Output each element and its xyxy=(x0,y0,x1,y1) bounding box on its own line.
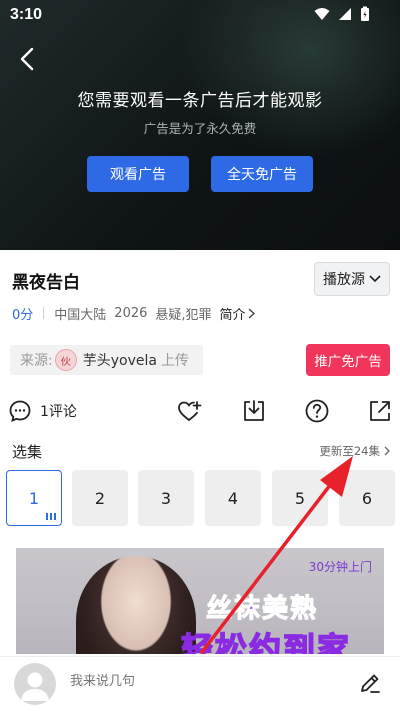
user-avatar[interactable] xyxy=(14,663,56,705)
episode-item[interactable]: 3 xyxy=(138,470,194,526)
episodes-update-link[interactable]: 更新至24集 xyxy=(319,443,390,459)
comment-icon xyxy=(9,400,31,423)
score: 0分 xyxy=(12,307,34,323)
video-meta: 0分 中国大陆 2026 悬疑,犯罪 简介 xyxy=(12,303,255,323)
watch-ad-button[interactable]: 观看广告 xyxy=(87,156,189,192)
divider xyxy=(43,307,45,319)
download-button[interactable] xyxy=(241,396,267,426)
episode-number: 1 xyxy=(28,488,40,508)
region: 中国大陆 xyxy=(54,307,107,323)
ad-banner[interactable]: 30分钟上门 丝袜美熟 轻松约到家 xyxy=(16,548,384,654)
ad-subtitle: 广告是为了永久免费 xyxy=(143,121,257,136)
source-select-button[interactable]: 播放源 xyxy=(314,262,390,296)
episode-number: 4 xyxy=(227,488,239,508)
episode-item[interactable]: 1 xyxy=(6,470,62,526)
battery-icon xyxy=(361,6,369,21)
video-title: 黑夜告白 xyxy=(12,273,80,293)
download-icon xyxy=(244,400,264,421)
comment-count: 1评论 xyxy=(40,404,77,420)
episodes-update-text: 更新至24集 xyxy=(319,444,380,458)
episode-list: 1 2 3 4 5 6 xyxy=(5,470,400,526)
pencil-icon xyxy=(361,674,380,693)
edit-button[interactable] xyxy=(358,671,382,699)
ad-title: 您需要观看一条广告后才能观影 xyxy=(77,91,323,111)
intro-link[interactable]: 简介 xyxy=(220,304,255,323)
user-icon xyxy=(21,672,49,701)
episodes-header: 选集 更新至24集 xyxy=(12,441,390,461)
episode-item[interactable]: 5 xyxy=(272,470,328,526)
wifi-icon xyxy=(314,8,330,20)
title-row: 黑夜告白 播放源 xyxy=(0,262,400,296)
episode-number: 6 xyxy=(361,488,373,508)
help-button[interactable] xyxy=(304,396,330,426)
signal-icon xyxy=(339,8,351,20)
intro-label: 简介 xyxy=(219,307,246,323)
genre: 悬疑,犯罪 xyxy=(155,307,212,323)
promo-ad-free-button[interactable]: 推广免广告 xyxy=(306,344,390,376)
episode-number: 3 xyxy=(160,488,172,508)
share-button[interactable] xyxy=(367,396,393,426)
banner-headline: 丝袜美熟 xyxy=(205,594,319,625)
question-icon xyxy=(305,399,329,423)
source-select-label: 播放源 xyxy=(323,272,365,288)
status-bar: 3:10 xyxy=(0,0,400,30)
uploader-name: 芋头yovela xyxy=(82,353,157,369)
comment-bar xyxy=(0,656,400,711)
banner-photo xyxy=(76,556,196,654)
episode-item[interactable]: 2 xyxy=(72,470,128,526)
heart-plus-icon xyxy=(178,401,202,421)
episode-item[interactable]: 4 xyxy=(205,470,261,526)
banner-headline-2: 轻松约到家 xyxy=(180,629,352,654)
episodes-label: 选集 xyxy=(12,443,43,461)
uploader-avatar: 伙 xyxy=(54,349,77,371)
share-icon xyxy=(370,401,390,421)
actions-row: 1评论 xyxy=(0,396,400,426)
comment-button[interactable]: 1评论 xyxy=(8,396,77,426)
status-time: 3:10 xyxy=(10,6,43,23)
status-icons xyxy=(314,6,370,22)
video-player[interactable]: 3:10 您需要观看一条广告后才能观影 广告是为了永久免费 观看广告 全天免广告 xyxy=(0,0,400,250)
chevron-left-icon xyxy=(20,47,34,71)
uploader-source[interactable]: 来源: 伙 芋头yovela 上传 xyxy=(10,345,203,375)
back-button[interactable] xyxy=(12,44,42,74)
ad-free-button[interactable]: 全天免广告 xyxy=(211,156,313,192)
comment-input[interactable] xyxy=(70,673,330,688)
uploader-suffix: 上传 xyxy=(160,353,189,369)
chevron-right-icon xyxy=(248,307,255,319)
favorite-button[interactable] xyxy=(176,396,202,426)
banner-subtitle: 30分钟上门 xyxy=(308,560,372,574)
playing-bars-icon xyxy=(46,513,56,520)
episode-number: 2 xyxy=(94,488,106,508)
episode-item[interactable]: 6 xyxy=(339,470,395,526)
chevron-right-icon xyxy=(384,446,390,456)
chevron-down-icon xyxy=(369,275,381,283)
uploader-prefix: 来源: xyxy=(20,353,53,369)
episode-number: 5 xyxy=(294,488,306,508)
year: 2026 xyxy=(114,305,148,321)
